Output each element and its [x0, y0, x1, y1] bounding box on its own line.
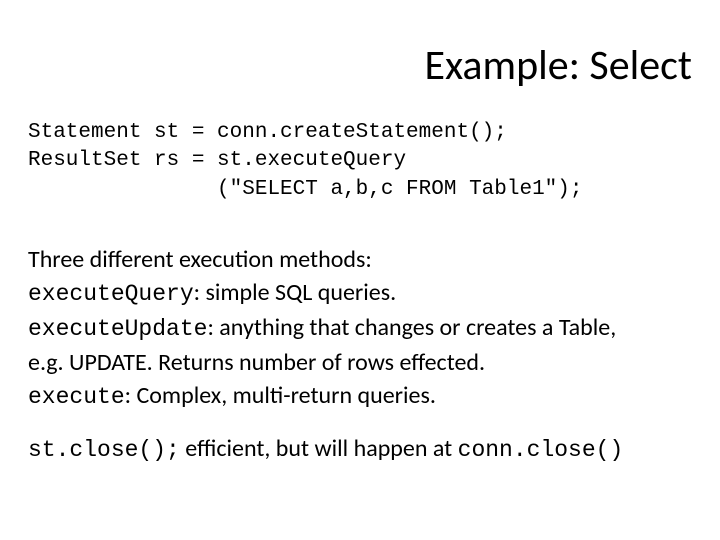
slide: Example: Select Statement st = conn.crea… [0, 0, 720, 540]
close-line: st.close(); efficient, but will happen a… [28, 433, 692, 466]
method-1-desc: : simple SQL queries. [194, 278, 397, 307]
close-code-2: conn.close() [458, 437, 624, 463]
body-text: Three different execution methods: execu… [28, 244, 692, 466]
method-2-desc-a: : anything that changes or creates a Tab… [207, 313, 616, 342]
method-1-name: executeQuery [28, 281, 194, 307]
code-block: Statement st = conn.createStatement(); R… [28, 119, 692, 204]
method-2b: e.g. UPDATE. Returns number of rows effe… [28, 347, 692, 378]
code-line-3: ("SELECT a,b,c FROM Table1"); [28, 178, 583, 201]
slide-title: Example: Select [28, 40, 692, 91]
close-desc-a: efficient, but will happen at [180, 434, 458, 463]
method-3-desc: : Complex, multi-return queries. [125, 381, 436, 410]
method-2-name: executeUpdate [28, 316, 207, 342]
code-line-1: Statement st = conn.createStatement(); [28, 121, 507, 144]
method-1: executeQuery: simple SQL queries. [28, 277, 692, 310]
close-code: st.close(); [28, 437, 180, 463]
method-3: execute: Complex, multi-return queries. [28, 380, 692, 413]
code-line-2: ResultSet rs = st.executeQuery [28, 149, 406, 172]
intro-line: Three different execution methods: [28, 244, 692, 275]
method-3-name: execute [28, 384, 125, 410]
method-2a: executeUpdate: anything that changes or … [28, 312, 692, 345]
